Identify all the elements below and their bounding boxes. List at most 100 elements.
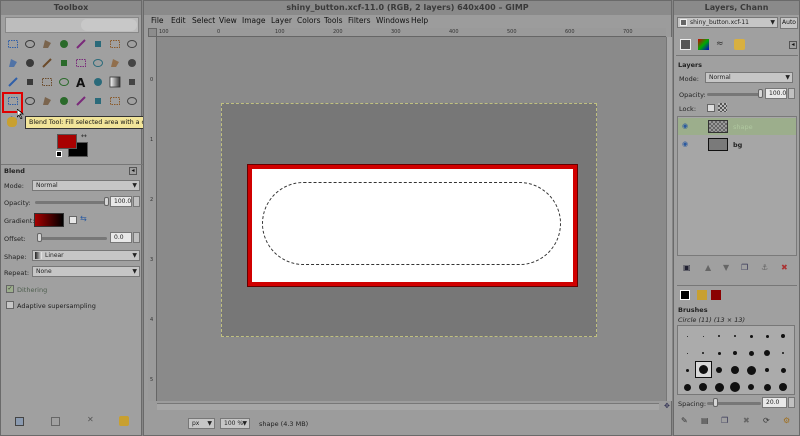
spacing-knob[interactable]	[713, 398, 718, 407]
clone-tool-icon[interactable]	[75, 95, 87, 107]
delete-options-icon[interactable]: ✕	[87, 415, 94, 424]
scissors-select-tool-icon[interactable]	[92, 38, 104, 50]
align-tool-icon[interactable]	[75, 57, 87, 69]
flip-tool-icon[interactable]	[41, 76, 53, 88]
lock-alpha-icon[interactable]	[718, 103, 727, 112]
refresh-brush-icon[interactable]: ⟳	[763, 416, 770, 425]
brush-item[interactable]	[683, 383, 691, 391]
anchor-layer-icon[interactable]: ⚓	[761, 263, 768, 272]
layers-opacity-stepper[interactable]	[788, 88, 795, 99]
tab-channels[interactable]	[698, 39, 709, 50]
brush-item[interactable]	[717, 351, 721, 355]
duplicate-layer-icon[interactable]: ❐	[741, 263, 748, 272]
raise-layer-icon[interactable]: ▲	[705, 263, 711, 272]
rotate-tool-icon[interactable]	[109, 57, 121, 69]
gradient-preview[interactable]	[34, 213, 64, 227]
menu-filters[interactable]: Filters	[348, 16, 370, 25]
brush-item[interactable]	[782, 352, 784, 354]
blend-tool-icon[interactable]	[109, 76, 121, 88]
shape-select[interactable]: Linear ▼	[32, 250, 140, 261]
zoom-tool-icon[interactable]	[24, 57, 36, 69]
duplicate-brush-icon[interactable]: ❐	[721, 416, 728, 425]
rect-select-tool-icon[interactable]	[7, 38, 19, 50]
text-tool-icon[interactable]: A	[75, 76, 87, 88]
opacity-slider-knob[interactable]	[104, 197, 109, 206]
tab-paths[interactable]: ≈	[716, 39, 727, 50]
cage-tool-icon[interactable]	[58, 76, 70, 88]
brush-item[interactable]	[699, 383, 707, 391]
delete-brush-icon[interactable]: ✖	[743, 416, 750, 425]
dock-menu-icon[interactable]: ◂	[789, 41, 797, 49]
layers-mode-select[interactable]: Normal ▼	[705, 72, 793, 83]
image-canvas[interactable]	[221, 103, 597, 337]
eraser-tool-icon[interactable]	[24, 95, 36, 107]
menu-layer[interactable]: Layer	[271, 16, 292, 25]
brush-item[interactable]	[731, 366, 739, 374]
color-picker-tool-icon[interactable]	[7, 57, 19, 69]
brush-grid[interactable]	[677, 325, 795, 395]
zoom-select[interactable]: 100 % ▼	[220, 418, 250, 429]
brush-item[interactable]	[749, 334, 753, 338]
swap-colors-icon[interactable]: ↔	[81, 132, 87, 140]
spacing-spin[interactable]: 20.0	[762, 397, 787, 408]
layer-row[interactable]: ◉ shape	[678, 118, 796, 135]
by-color-select-tool-icon[interactable]	[75, 38, 87, 50]
perspective-tool-icon[interactable]	[24, 76, 36, 88]
brush-item[interactable]	[702, 335, 704, 337]
selected-brush[interactable]	[695, 361, 712, 378]
canvas-area[interactable]	[157, 37, 666, 401]
brush-item[interactable]	[781, 334, 785, 338]
brush-item[interactable]	[702, 352, 704, 354]
opacity-slider[interactable]	[35, 201, 107, 204]
lock-pixels-checkbox[interactable]	[707, 104, 715, 112]
brush-item[interactable]	[748, 384, 754, 390]
fg-bg-icon[interactable]	[680, 290, 690, 300]
brush-item[interactable]	[714, 382, 724, 392]
perspective-clone-tool-icon[interactable]	[109, 95, 121, 107]
adaptive-checkbox[interactable]	[6, 301, 14, 309]
menu-help[interactable]: Help	[411, 16, 428, 25]
brush-menu-icon[interactable]: ⚙	[783, 416, 790, 425]
offset-spin[interactable]: 0.0	[110, 232, 132, 243]
edit-brush-icon[interactable]: ✎	[681, 416, 688, 425]
tab-layers[interactable]	[680, 39, 691, 50]
crop-tool-icon[interactable]	[92, 57, 104, 69]
menu-windows[interactable]: Windows	[376, 16, 409, 25]
fuzzy-select-tool-icon[interactable]	[58, 38, 70, 50]
reverse-gradient-checkbox[interactable]	[69, 216, 77, 224]
tab-undo[interactable]	[734, 39, 745, 50]
menu-colors[interactable]: Colors	[297, 16, 321, 25]
brush-item[interactable]	[718, 335, 720, 337]
brush-item[interactable]	[765, 334, 769, 338]
brush-item[interactable]	[685, 368, 689, 372]
ink-tool-icon[interactable]	[58, 95, 70, 107]
menu-view[interactable]: View	[219, 16, 237, 25]
brush-item[interactable]	[734, 335, 736, 337]
brush-item[interactable]	[686, 352, 688, 354]
image-select[interactable]: shiny_button.xcf-11 ▼	[677, 17, 778, 28]
layers-opacity-spin[interactable]: 100.0	[765, 88, 787, 99]
auto-button[interactable]: Auto	[780, 17, 798, 29]
move-tool-icon[interactable]	[58, 57, 70, 69]
brush-item[interactable]	[763, 383, 771, 391]
new-layer-icon[interactable]: ▣	[683, 263, 691, 272]
navigate-icon[interactable]: ✥	[664, 402, 670, 410]
menu-file[interactable]: File	[151, 16, 164, 25]
heal-tool-icon[interactable]	[92, 95, 104, 107]
layer-row[interactable]: ◉ bg	[678, 136, 796, 153]
brush-item[interactable]	[730, 382, 740, 392]
pencil-tool-icon[interactable]	[126, 76, 138, 88]
menu-image[interactable]: Image	[242, 16, 266, 25]
gradient-tab-icon[interactable]	[711, 290, 721, 300]
brush-item[interactable]	[764, 350, 770, 356]
new-brush-icon[interactable]: ▤	[701, 416, 709, 425]
brush-item[interactable]	[780, 367, 786, 373]
save-options-icon[interactable]	[15, 417, 24, 426]
eye-icon[interactable]: ◉	[682, 122, 688, 130]
brush-item[interactable]	[716, 367, 722, 373]
eye-icon[interactable]: ◉	[682, 140, 688, 148]
menu-edit[interactable]: Edit	[171, 16, 186, 25]
repeat-select[interactable]: None ▼	[32, 266, 140, 277]
layers-opacity-slider[interactable]	[707, 93, 761, 96]
menu-select[interactable]: Select	[192, 16, 215, 25]
